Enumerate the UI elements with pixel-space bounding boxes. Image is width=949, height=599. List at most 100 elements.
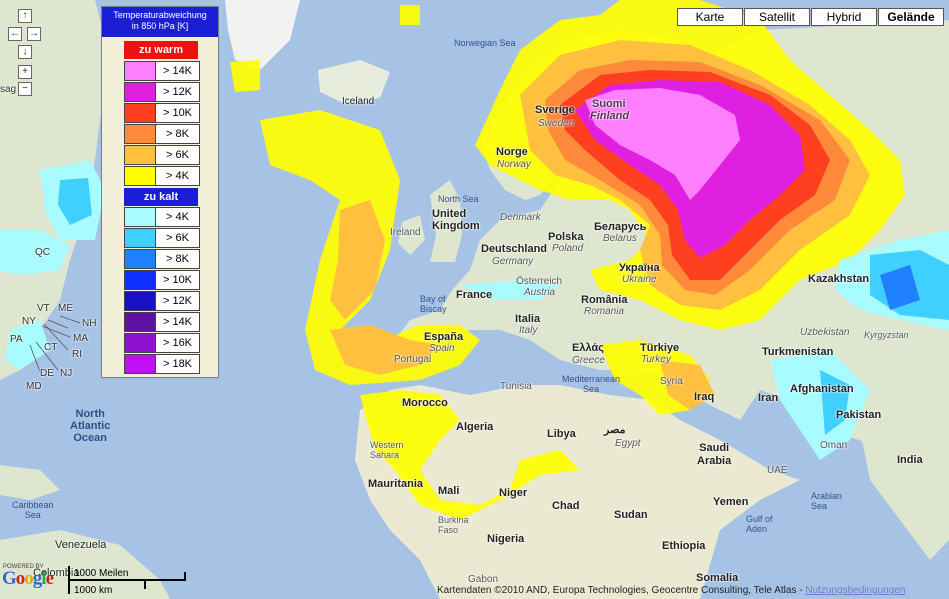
legend-cold-row: > 18K: [124, 354, 200, 374]
label-india: India: [897, 454, 923, 466]
label-turkmenistan: Turkmenistan: [762, 346, 834, 358]
label-greece: Greece: [572, 355, 605, 366]
label-ct: CT: [44, 342, 58, 353]
label-burkina-faso: Burkina Faso: [438, 515, 469, 535]
label-deutschland: Deutschland: [481, 243, 548, 255]
label-iran: Iran: [758, 392, 779, 404]
legend-title-line2: in 850 hPa [K]: [131, 21, 189, 31]
label-misr: مصر: [604, 424, 626, 436]
label-syria: Syria: [660, 376, 683, 387]
legend-cold-label: > 16K: [162, 337, 193, 349]
label-norwegian-sea: Norwegian Sea: [454, 38, 516, 48]
map-type-satellit[interactable]: Satellit: [744, 8, 810, 26]
label-tunisia: Tunisia: [500, 381, 532, 392]
zoom-in-button[interactable]: +: [18, 65, 32, 79]
label-arabian-sea: Arabian Sea: [811, 491, 843, 511]
legend-title: Temperaturabweichung in 850 hPa [K]: [102, 7, 218, 37]
label-saudi-arabia: Saudi Arabia: [697, 442, 732, 467]
label-nigeria: Nigeria: [487, 533, 525, 545]
legend-cold-row: > 8K: [124, 249, 200, 269]
label-spain: Spain: [429, 343, 455, 354]
label-western-sahara: Western Sahara: [370, 440, 404, 460]
label-yemen: Yemen: [713, 496, 749, 508]
label-polska: Polska: [548, 231, 584, 243]
google-logo[interactable]: Google: [2, 568, 54, 590]
legend-warm-swatch: [125, 62, 156, 80]
legend-cold-row: > 10K: [124, 270, 200, 290]
map-type-karte[interactable]: Karte: [677, 8, 743, 26]
label-france: France: [456, 289, 493, 301]
label-ny: NY: [22, 316, 36, 327]
label-iceland: Iceland: [342, 96, 375, 107]
legend-cold-swatch: [125, 355, 156, 373]
label-poland: Poland: [552, 243, 584, 254]
legend-warm-swatch: [125, 125, 156, 143]
pan-up-button[interactable]: ↑: [18, 9, 32, 23]
legend-warm-row: > 4K: [124, 166, 200, 186]
label-uae: UAE: [767, 465, 788, 476]
label-turkey: Turkey: [641, 354, 671, 365]
pan-down-button[interactable]: ↓: [18, 45, 32, 59]
label-mali: Mali: [438, 485, 460, 497]
legend-cold-label: > 4K: [166, 211, 189, 223]
legend-warm-swatch: [125, 146, 156, 164]
label-pa: PA: [10, 334, 23, 345]
legend-title-line1: Temperaturabweichung: [113, 10, 207, 20]
legend-warm-swatch: [125, 104, 156, 122]
label-kazakhstan: Kazakhstan: [808, 273, 870, 285]
legend-cold-label: > 14K: [162, 316, 193, 328]
legend-warm-row: > 12K: [124, 82, 200, 102]
map-type-hybrid[interactable]: Hybrid: [811, 8, 877, 26]
label-norge: Norge: [496, 146, 528, 158]
legend-warm-label: > 12K: [162, 86, 193, 98]
legend-warm-row: > 10K: [124, 103, 200, 123]
label-austria: Austria: [524, 287, 556, 298]
legend-cold-row: > 6K: [124, 228, 200, 248]
label-venezuela: Venezuela: [55, 539, 107, 551]
label-qc: QC: [35, 247, 50, 258]
label-mediterranean: Mediterranean Sea: [562, 374, 621, 394]
label-sverige: Sverige: [535, 104, 575, 116]
label-somalia: Somalia: [696, 572, 739, 584]
copyright-text: Kartendaten ©2010 AND, Europa Technologi…: [437, 585, 905, 596]
label-ri: RI: [72, 349, 82, 360]
label-mauritania: Mauritania: [368, 478, 424, 490]
legend-cold-swatch: [125, 292, 156, 310]
label-sweden: Sweden: [538, 118, 575, 129]
scale-miles-label: 1000 Meilen: [74, 568, 129, 579]
label-gulf-of-aden: Gulf of Aden: [746, 514, 773, 534]
label-ellas: Ελλάς: [572, 342, 604, 354]
legend-warm-label: > 6K: [166, 149, 189, 161]
pan-right-button[interactable]: →: [27, 27, 41, 41]
map-type-gelaende[interactable]: Gelände: [878, 8, 944, 26]
legend-cold-label: > 18K: [162, 358, 193, 370]
label-united-kingdom: United Kingdom: [432, 208, 480, 232]
legend-cold-label: > 8K: [166, 253, 189, 265]
label-bay-of-biscay: Bay of Biscay: [420, 294, 447, 314]
label-belarus: Беларусь: [594, 221, 647, 233]
anomaly-legend: Temperaturabweichung in 850 hPa [K] zu w…: [101, 6, 219, 378]
zoom-out-button[interactable]: −: [18, 82, 32, 96]
copyright-label: Kartendaten ©2010 AND, Europa Technologi…: [437, 585, 803, 596]
legend-cold-heading: zu kalt: [124, 188, 198, 206]
label-north-sea: North Sea: [438, 194, 479, 204]
legend-warm-swatch: [125, 167, 156, 185]
scale-km-label: 1000 km: [74, 585, 113, 596]
label-sag: sag: [0, 84, 17, 95]
label-pakistan: Pakistan: [836, 409, 882, 421]
label-chad: Chad: [552, 500, 580, 512]
label-algeria: Algeria: [456, 421, 494, 433]
legend-cold-row: > 4K: [124, 207, 200, 227]
legend-warm-row: > 6K: [124, 145, 200, 165]
label-vt: VT: [37, 303, 50, 314]
pan-left-button[interactable]: ←: [8, 27, 22, 41]
legend-warm-row: > 14K: [124, 61, 200, 81]
label-nj: NJ: [60, 368, 73, 379]
label-md: MD: [26, 381, 42, 392]
terms-link[interactable]: Nutzungsbedingungen: [805, 585, 905, 596]
label-morocco: Morocco: [402, 397, 448, 409]
legend-cold-swatch: [125, 334, 156, 352]
legend-cold-swatch: [125, 250, 156, 268]
label-espana: España: [424, 331, 464, 343]
label-afghanistan: Afghanistan: [790, 383, 854, 395]
